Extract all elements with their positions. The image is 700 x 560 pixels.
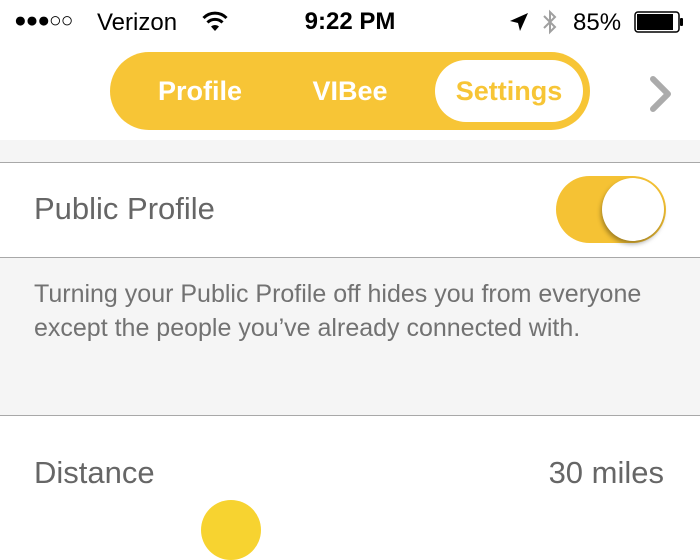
section-spacer xyxy=(0,140,700,162)
public-profile-row: Public Profile xyxy=(0,163,700,257)
distance-value: 30 miles xyxy=(548,455,664,490)
top-navigation: Profile VIBee Settings xyxy=(0,45,700,140)
distance-row: Distance 30 miles xyxy=(0,416,700,560)
distance-label: Distance xyxy=(34,455,155,490)
battery-icon xyxy=(634,11,683,33)
public-profile-description-section: Turning your Public Profile off hides yo… xyxy=(0,258,700,415)
public-profile-description: Turning your Public Profile off hides yo… xyxy=(34,280,642,342)
tab-vibee[interactable]: VIBee xyxy=(280,52,420,130)
public-profile-toggle[interactable] xyxy=(556,176,666,243)
tab-profile[interactable]: Profile xyxy=(130,52,270,130)
battery-percent: 85% xyxy=(573,9,622,36)
location-arrow-icon xyxy=(510,13,528,31)
chevron-right-icon[interactable] xyxy=(648,75,674,113)
bluetooth-icon xyxy=(543,9,557,35)
section-switcher: Profile VIBee Settings xyxy=(110,52,590,130)
status-bar: ●●●○○ Verizon 9:22 PM 85% xyxy=(0,0,700,45)
tab-settings[interactable]: Settings xyxy=(435,60,583,122)
distance-slider-thumb[interactable] xyxy=(201,500,261,560)
public-profile-label: Public Profile xyxy=(34,191,215,226)
toggle-knob xyxy=(602,178,664,241)
